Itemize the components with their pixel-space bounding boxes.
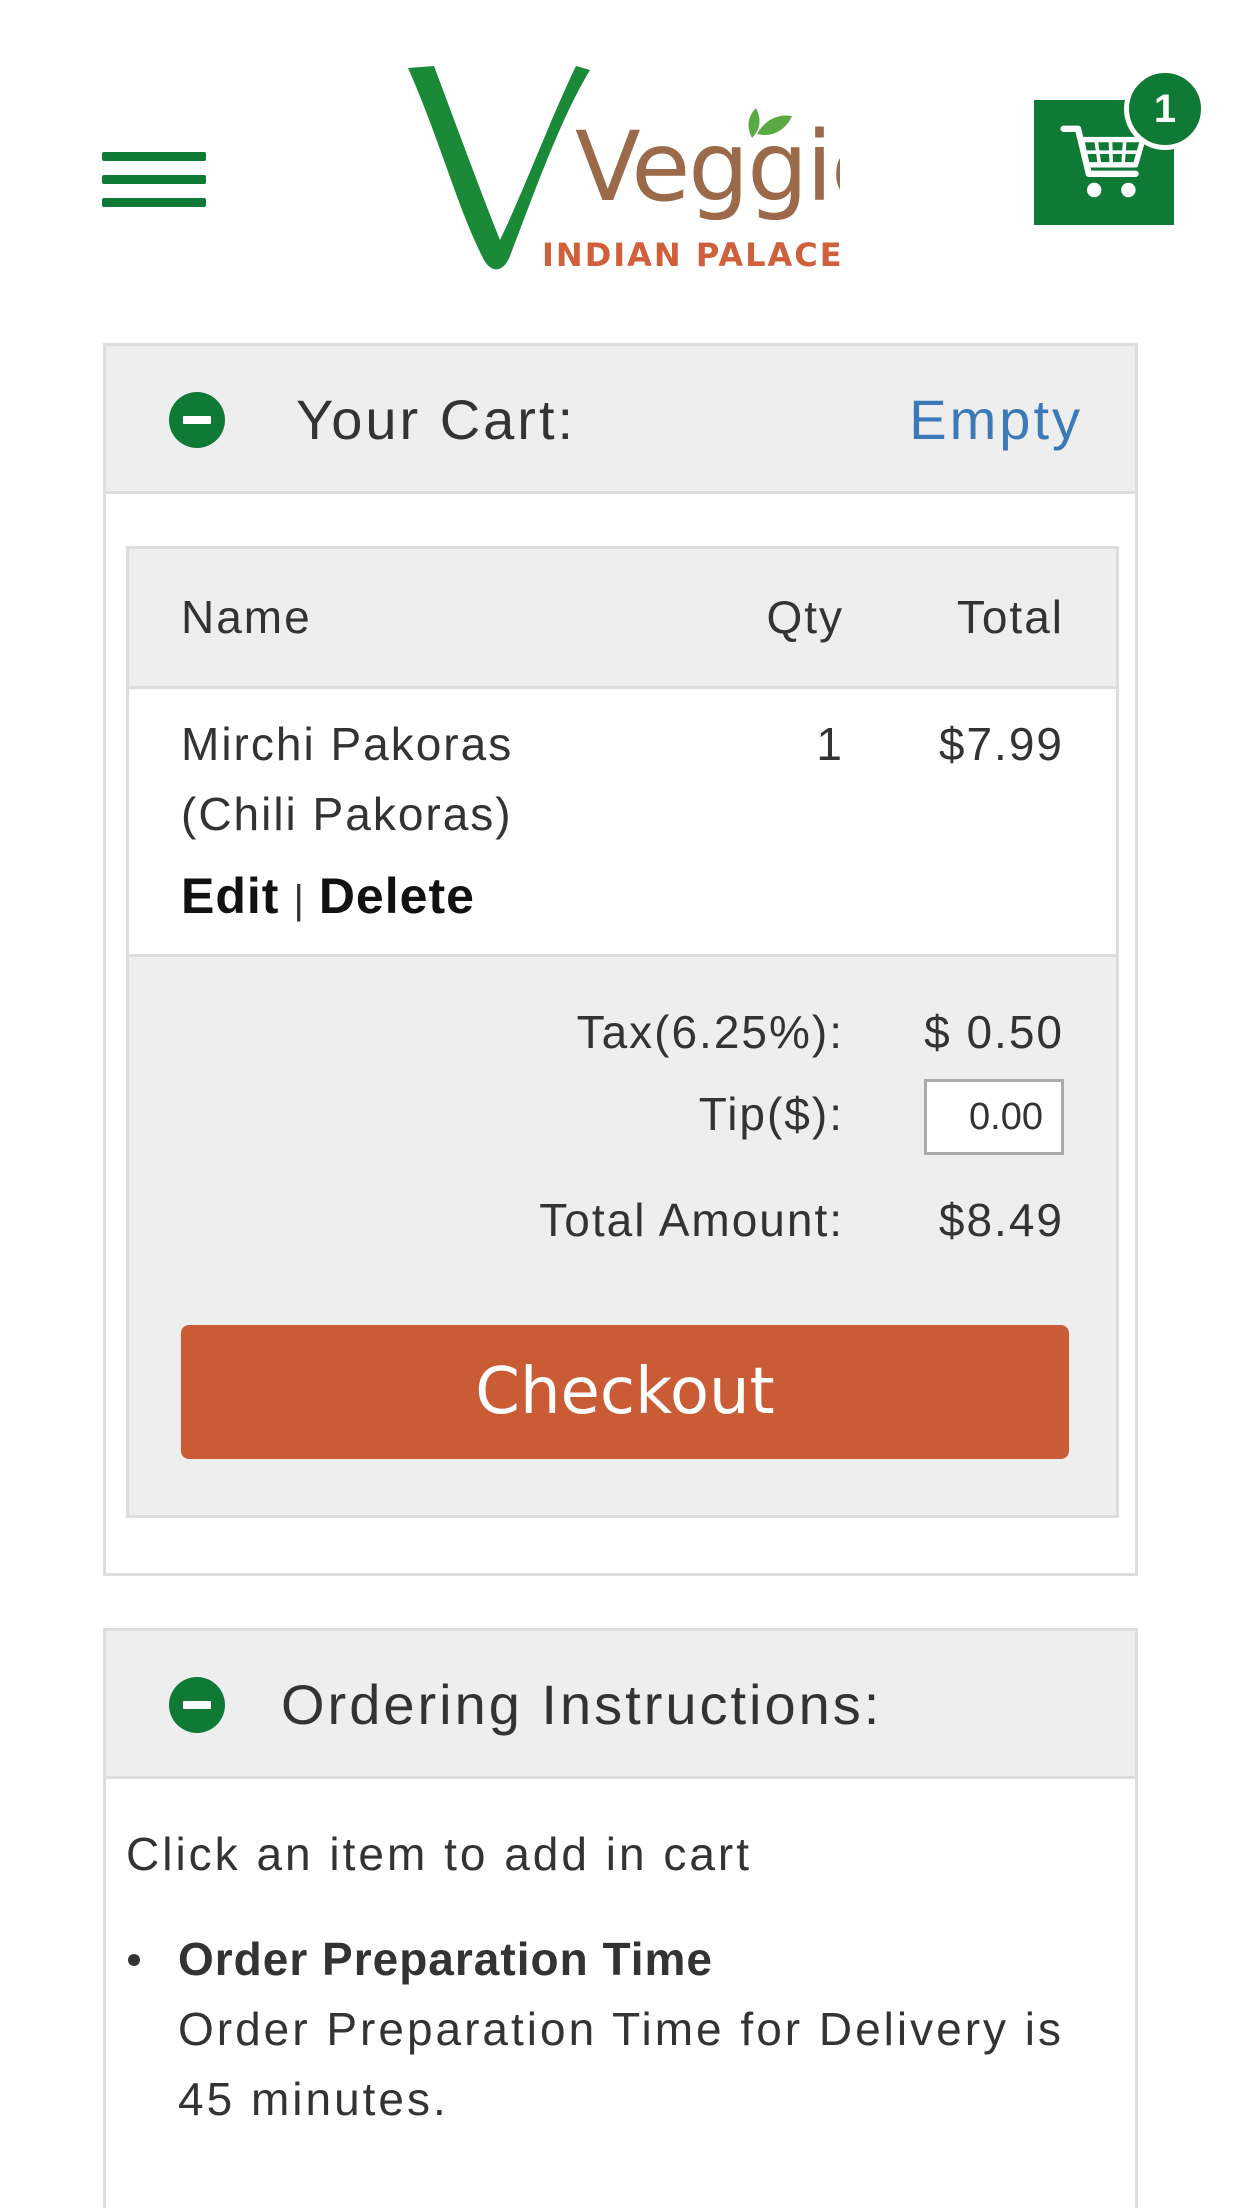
hamburger-bar	[102, 152, 206, 161]
cart-count-badge: 1	[1124, 68, 1206, 150]
instructions-body: Click an item to add in cart Order Prepa…	[106, 1779, 1135, 2208]
tax-label: Tax(6.25%):	[576, 1006, 844, 1058]
tip-label: Tip($):	[698, 1088, 844, 1140]
instructions-list-item: Order Preparation Time Order Preparation…	[126, 1924, 1126, 2134]
cart-item-row: Mirchi Pakoras (Chili Pakoras) 1 $7.99 E…	[129, 689, 1116, 957]
cart-item-qty: 1	[816, 718, 844, 770]
logo-sub-text: INDIAN PALACE	[542, 236, 840, 274]
bullet-icon	[128, 1954, 140, 1966]
cart-panel-header[interactable]: Your Cart: Empty	[106, 346, 1135, 494]
column-header-total: Total	[956, 591, 1064, 643]
cart-item-total: $7.99	[938, 718, 1064, 770]
delete-item-link[interactable]: Delete	[319, 868, 475, 924]
column-header-qty: Qty	[766, 591, 844, 643]
instructions-intro: Click an item to add in cart	[126, 1828, 753, 1880]
logo-brand-text: Veggie	[575, 111, 840, 223]
cart-item-name: Mirchi Pakoras (Chili Pakoras)	[181, 718, 514, 840]
minus-circle-icon[interactable]	[169, 392, 225, 448]
cart-panel: Your Cart: Empty Name Qty Total Mirchi P…	[103, 343, 1138, 1576]
instructions-panel-header[interactable]: Ordering Instructions:	[106, 1631, 1135, 1779]
logo-graphic: Veggie INDIAN PALACE	[408, 66, 840, 274]
minus-circle-icon[interactable]	[169, 1677, 225, 1733]
cart-table-header: Name Qty Total	[129, 549, 1116, 689]
tip-input[interactable]	[924, 1079, 1064, 1155]
edit-item-link[interactable]: Edit	[181, 868, 279, 924]
instructions-list: Order Preparation Time Order Preparation…	[126, 1924, 1126, 2134]
cart-summary: Tax(6.25%): $ 0.50 Tip($): Total Amount:…	[129, 957, 1116, 1515]
total-amount-value: $8.49	[938, 1194, 1064, 1246]
action-separator: |	[293, 878, 305, 922]
cart-item-actions: Edit | Delete	[181, 861, 475, 935]
hamburger-bar	[102, 198, 206, 207]
checkout-button[interactable]: Checkout	[181, 1325, 1069, 1459]
site-header: Veggie INDIAN PALACE 1	[0, 0, 1242, 300]
hamburger-menu-icon[interactable]	[102, 148, 206, 212]
cart-title: Your Cart:	[296, 388, 577, 451]
cart-table: Name Qty Total Mirchi Pakoras (Chili Pak…	[126, 546, 1119, 1518]
column-header-name: Name	[181, 591, 312, 643]
total-amount-label: Total Amount:	[539, 1194, 844, 1246]
ordering-instructions-panel: Ordering Instructions: Click an item to …	[103, 1628, 1138, 2208]
instruction-heading: Order Preparation Time	[178, 1933, 713, 1985]
veggie-indian-palace-logo[interactable]: Veggie INDIAN PALACE	[400, 60, 840, 280]
instruction-text: Order Preparation Time for Delivery is 4…	[178, 2003, 1065, 2125]
cart-status: Empty	[909, 388, 1083, 451]
instructions-title: Ordering Instructions:	[281, 1673, 883, 1736]
hamburger-bar	[102, 175, 206, 184]
tax-value: $ 0.50	[924, 1006, 1064, 1058]
